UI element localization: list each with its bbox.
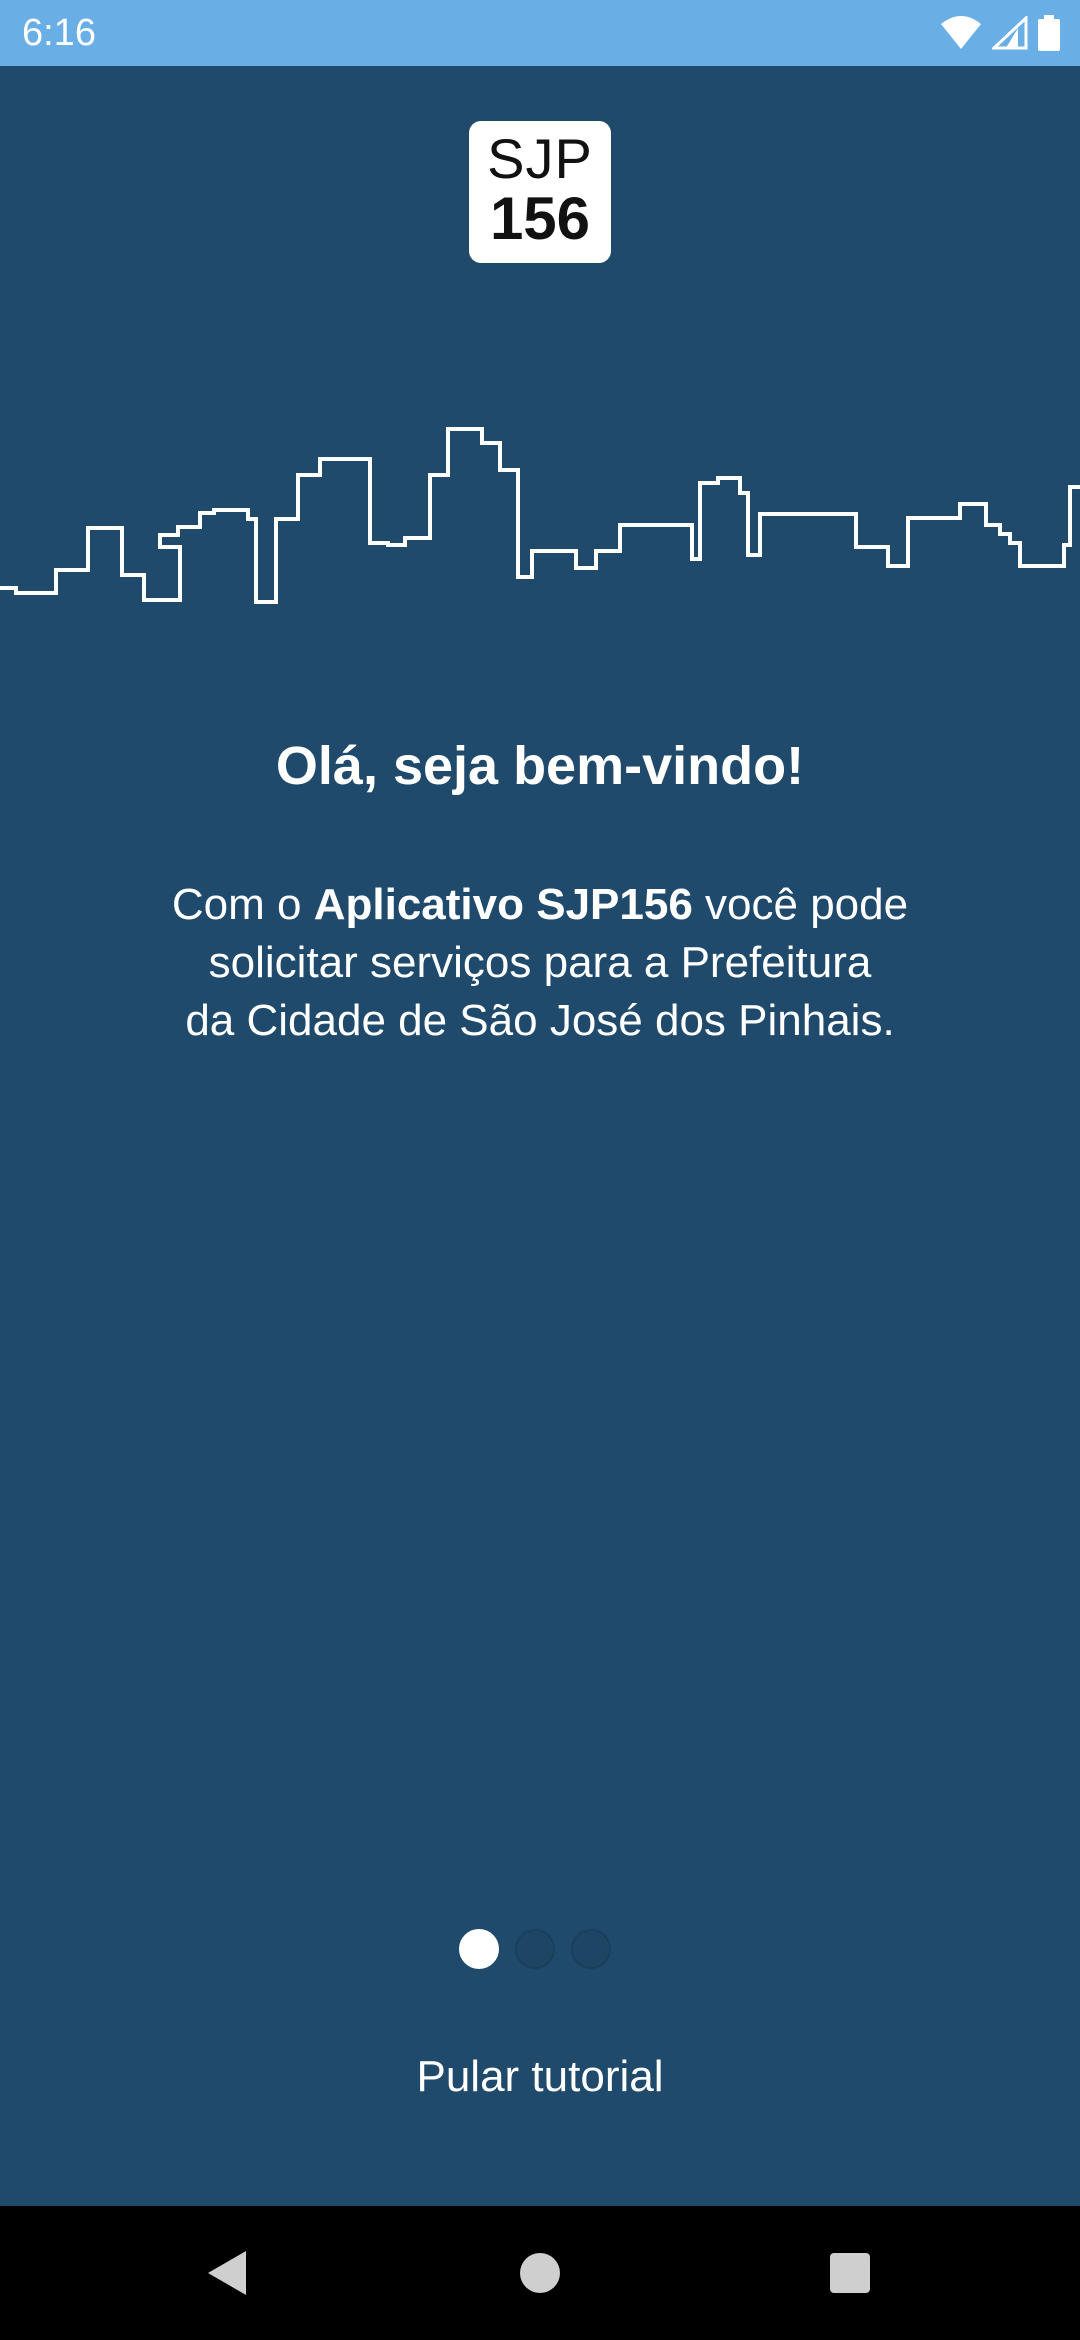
system-navigation-bar — [0, 2206, 1080, 2340]
cellular-signal-icon — [992, 16, 1028, 50]
logo-text-156: 156 — [489, 185, 591, 252]
description-line-3: da Cidade de São José dos Pinhais. — [185, 996, 895, 1045]
back-button[interactable] — [186, 2233, 266, 2313]
back-icon — [208, 2251, 246, 2295]
page-dot-2[interactable] — [515, 1929, 555, 1969]
app-name-highlight: Aplicativo SJP156 — [313, 880, 693, 929]
description-line-1: Com o Aplicativo SJP156 você pode — [90, 876, 990, 934]
onboarding-screen: 6:16 SJP 156 Olá, seja bem-vindo! Com o … — [0, 0, 1080, 2340]
description-line-1-suffix: você pode — [692, 880, 909, 929]
page-dot-1[interactable] — [459, 1929, 499, 1969]
city-skyline-illustration — [0, 427, 1080, 604]
wifi-icon — [940, 16, 982, 50]
page-indicator — [459, 1929, 621, 1973]
status-icons — [940, 12, 1060, 54]
recents-icon — [830, 2253, 870, 2293]
description-prefix: Com o — [171, 880, 314, 929]
page-dot-3[interactable] — [571, 1929, 611, 1969]
recents-button[interactable] — [810, 2233, 890, 2313]
skip-tutorial-button[interactable]: Pular tutorial — [340, 2044, 740, 2110]
battery-icon — [1038, 15, 1060, 51]
home-button[interactable] — [500, 2233, 580, 2313]
welcome-description: Com o Aplicativo SJP156 você pode solici… — [90, 876, 990, 1050]
home-icon — [520, 2253, 560, 2293]
status-bar: 6:16 — [0, 0, 1080, 66]
app-logo: SJP 156 — [469, 121, 611, 263]
logo-text-sjp: SJP — [487, 127, 593, 190]
description-line-2: solicitar serviços para a Prefeitura — [208, 938, 872, 987]
status-time: 6:16 — [22, 12, 96, 54]
welcome-title: Olá, seja bem-vindo! — [275, 736, 805, 796]
